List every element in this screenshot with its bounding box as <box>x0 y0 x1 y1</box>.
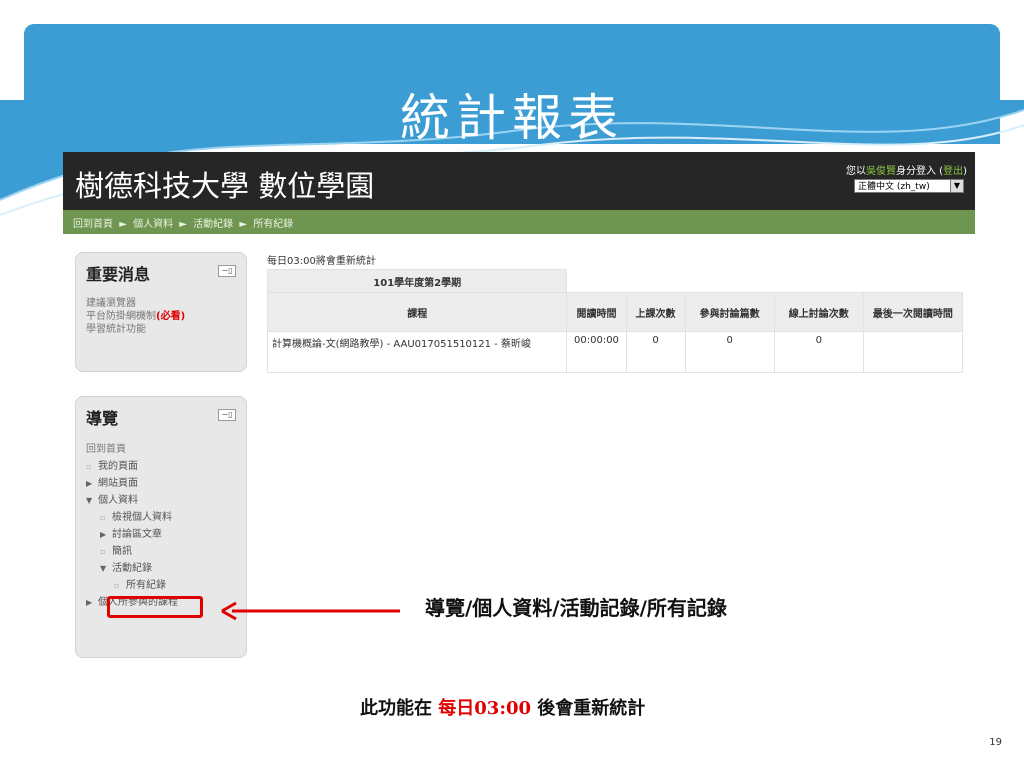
cell-last-read <box>862 331 964 373</box>
news-list: 建議瀏覽器 平台防掛網機制(必看) 學習統計功能 <box>86 297 185 336</box>
news-block-title: 重要消息 <box>86 265 151 284</box>
site-header: 樹德科技大學 數位學園 您以吳俊賢身分登入 (登出) 正體中文 (zh_tw) … <box>63 152 975 210</box>
language-value: 正體中文 (zh_tw) <box>858 182 930 192</box>
cell-class-count: 0 <box>625 331 686 373</box>
navbar: 回到首頁 ► 個人資料 ► 活動紀錄 ► 所有紀錄 <box>63 210 975 234</box>
col-forum-posts: 參與討論篇數 <box>684 292 775 332</box>
nav-item-label: 我的頁面 <box>98 461 138 472</box>
login-suffix: ) <box>963 166 967 177</box>
page-number: 19 <box>989 737 1002 748</box>
nav-item-label: 所有紀錄 <box>126 580 166 591</box>
slide-title: 統計報表 <box>400 89 624 147</box>
site-title: 樹德科技大學 數位學園 <box>75 169 375 203</box>
news-block: 重要消息 −▯ 建議瀏覽器 平台防掛網機制(必看) 學習統計功能 <box>75 252 247 372</box>
term-row: 101學年度第2學期 <box>266 269 963 293</box>
collapsed-icon: ▶ <box>86 479 93 488</box>
col-online-discussions: 線上討論次數 <box>773 292 864 332</box>
news-item[interactable]: 平台防掛網機制(必看) <box>86 310 185 323</box>
breadcrumb-profile[interactable]: 個人資料 <box>133 219 173 230</box>
table-row: 計算機概論-文(網路教學) - AAU017051510121 - 蔡昕峻 00… <box>266 331 964 373</box>
bullet-icon: ▫ <box>100 547 106 556</box>
nav-item-label: 活動紀錄 <box>112 563 152 574</box>
highlight-box <box>107 596 203 618</box>
breadcrumb-separator-icon: ► <box>119 219 127 230</box>
table-header: 課程 閱讀時間 上課次數 參與討論篇數 線上討論次數 最後一次閱讀時間 <box>266 292 964 332</box>
nav-item-label: 檢視個人資料 <box>112 512 172 523</box>
login-info: 您以吳俊賢身分登入 (登出) <box>846 162 967 177</box>
cell-read-time: 00:00:00 <box>566 331 627 373</box>
main-content: 每日03:00將會重新統計 101學年度第2學期 課程 閱讀時間 上課次數 參與… <box>266 252 967 373</box>
expanded-icon: ▼ <box>100 564 107 573</box>
user-name-link[interactable]: 吳俊賢 <box>866 166 896 177</box>
expanded-icon: ▼ <box>86 496 93 505</box>
collapsed-icon: ▶ <box>100 530 107 539</box>
nav-item-label: 回到首頁 <box>86 444 126 455</box>
col-read-time: 閱讀時間 <box>566 292 627 332</box>
breadcrumb-separator-icon: ► <box>179 219 187 230</box>
breadcrumb: 回到首頁 ► 個人資料 ► 活動紀錄 ► 所有紀錄 <box>73 215 296 230</box>
bottom-note-before: 此功能在 <box>360 698 439 719</box>
login-prefix: 您以 <box>846 166 866 177</box>
bottom-note-highlight: 每日03:00 <box>438 698 532 719</box>
bullet-icon: ▫ <box>114 581 120 590</box>
col-course: 課程 <box>266 292 568 332</box>
col-last-read: 最後一次閱讀時間 <box>862 292 964 332</box>
breadcrumb-all-records: 所有紀錄 <box>253 219 294 230</box>
breadcrumb-home[interactable]: 回到首頁 <box>73 219 113 230</box>
lms-screenshot: 樹德科技大學 數位學園 您以吳俊賢身分登入 (登出) 正體中文 (zh_tw) … <box>63 152 975 662</box>
nav-item[interactable]: ▼ 個人資料 <box>86 492 178 509</box>
bullet-icon: ▫ <box>100 513 106 522</box>
breadcrumb-activity[interactable]: 活動紀錄 <box>193 219 233 230</box>
login-middle: 身分登入 ( <box>896 166 944 177</box>
cell-online-discussions: 0 <box>773 331 864 373</box>
nav-item[interactable]: 回到首頁 <box>86 441 178 458</box>
bullet-icon: ▫ <box>86 462 92 471</box>
navigation-block-title: 導覽 <box>86 409 119 428</box>
cell-course[interactable]: 計算機概論-文(網路教學) - AAU017051510121 - 蔡昕峻 <box>266 331 568 373</box>
collapse-toggle-icon[interactable]: −▯ <box>218 409 236 421</box>
chevron-down-icon: ▼ <box>950 180 963 192</box>
update-note: 每日03:00將會重新統計 <box>267 256 376 267</box>
nav-item[interactable]: ▫ 我的頁面 <box>86 458 178 475</box>
arrow-left-icon <box>221 601 400 621</box>
collapsed-icon: ▶ <box>86 598 93 607</box>
nav-item-label: 網站頁面 <box>98 478 138 489</box>
stats-table: 101學年度第2學期 課程 閱讀時間 上課次數 參與討論篇數 線上討論次數 最後… <box>266 269 964 373</box>
logout-link[interactable]: 登出 <box>943 166 963 177</box>
bottom-note: 此功能在 每日03:00 後會重新統計 <box>360 694 645 720</box>
cell-forum-posts: 0 <box>684 331 775 373</box>
language-select[interactable]: 正體中文 (zh_tw) ▼ <box>854 179 964 193</box>
term-label: 101學年度第2學期 <box>266 269 568 293</box>
nav-item-label: 討論區文章 <box>112 529 162 540</box>
nav-item-label: 簡訊 <box>112 546 132 557</box>
nav-item[interactable]: ▶ 網站頁面 <box>86 475 178 492</box>
bottom-note-after: 後會重新統計 <box>531 698 646 719</box>
news-item[interactable]: 建議瀏覽器 <box>86 297 185 310</box>
navigation-tree: 回到首頁 ▫ 我的頁面 ▶ 網站頁面 ▼ 個人資料 ▫ 檢視個人資料 ▶ 討論區文章 ▫ 簡訊 ▼ 活動紀錄… <box>86 441 178 611</box>
nav-item[interactable]: ▫ 簡訊 <box>86 543 178 560</box>
collapse-toggle-icon[interactable]: −▯ <box>218 265 236 277</box>
callout-text: 導覽/個人資料/活動記錄/所有記錄 <box>425 596 727 620</box>
nav-item[interactable]: ▶ 討論區文章 <box>86 526 178 543</box>
nav-item[interactable]: ▫ 所有紀錄 <box>86 577 178 594</box>
news-item[interactable]: 學習統計功能 <box>86 323 185 336</box>
nav-item-label: 個人資料 <box>98 495 138 506</box>
col-class-count: 上課次數 <box>625 292 686 332</box>
nav-item[interactable]: ▼ 活動紀錄 <box>86 560 178 577</box>
breadcrumb-separator-icon: ► <box>239 219 248 230</box>
nav-item[interactable]: ▫ 檢視個人資料 <box>86 509 178 526</box>
